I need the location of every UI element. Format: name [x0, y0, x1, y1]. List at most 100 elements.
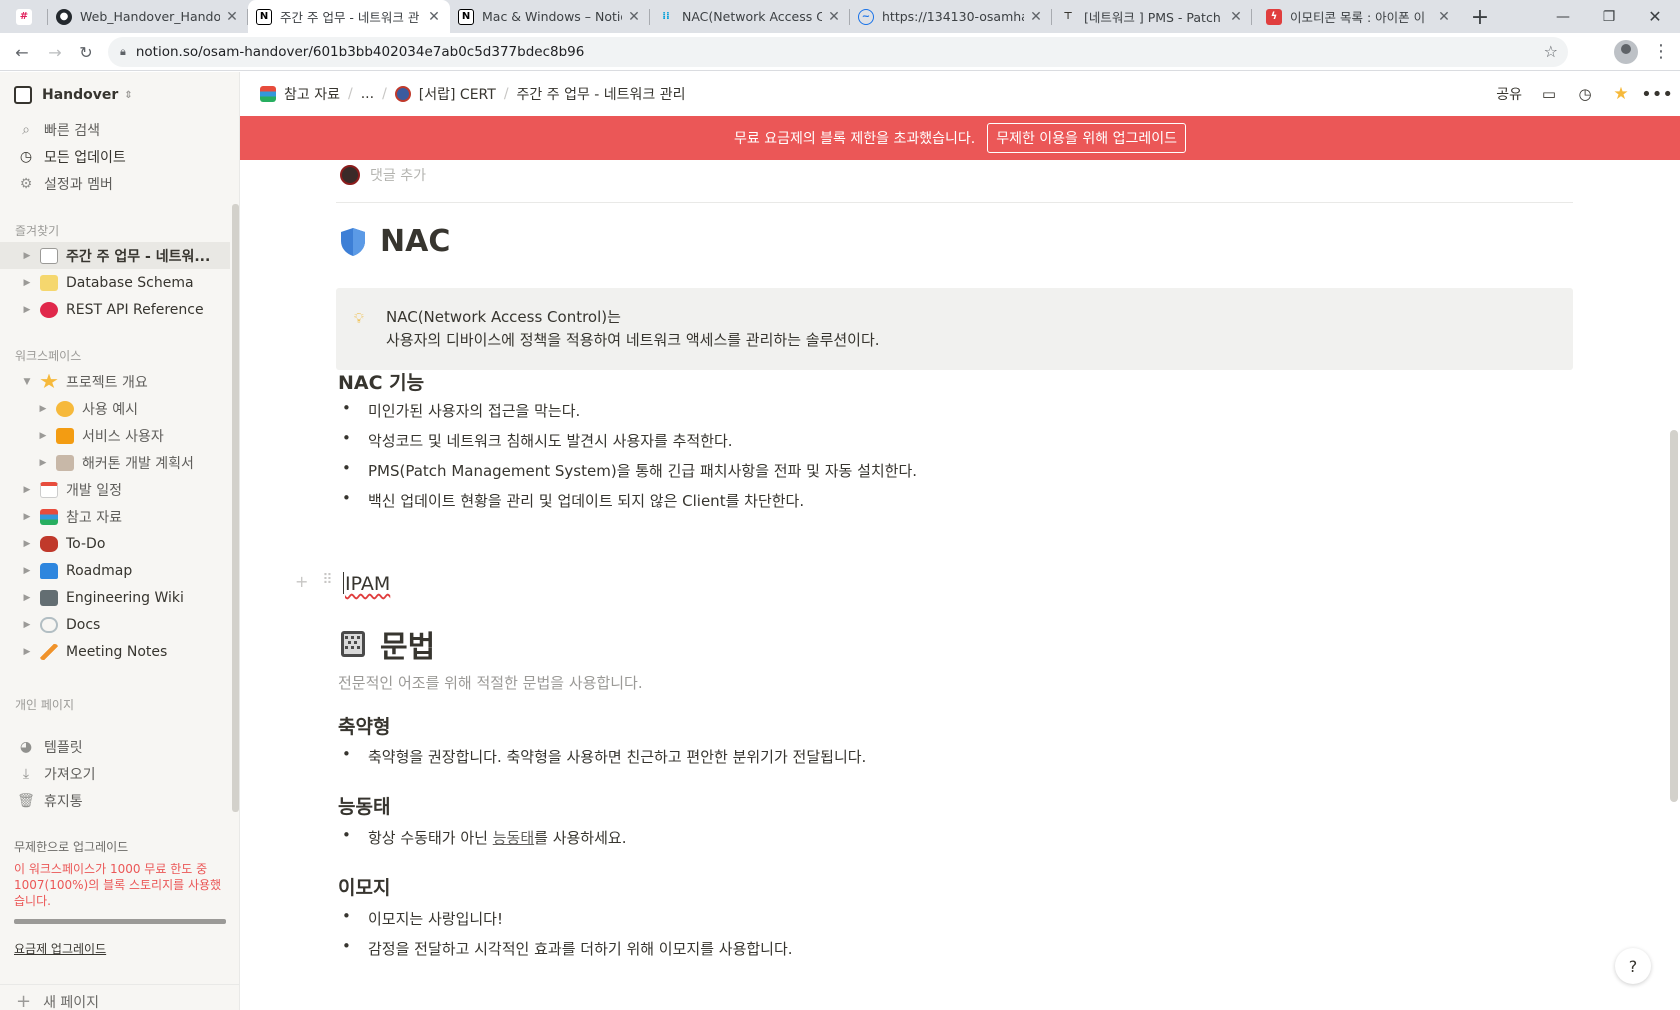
- banner-upgrade-button[interactable]: 무제한 이용을 위해 업그레이드: [987, 123, 1186, 153]
- tab-cisco[interactable]: ⁞⁞ NAC(Network Access Con ✕: [650, 0, 850, 33]
- profile-avatar[interactable]: [1614, 40, 1638, 64]
- bookmark-star-icon[interactable]: ☆: [1544, 42, 1558, 61]
- tab-title: 주간 주 업무 - 네트워크 관: [280, 10, 420, 25]
- tab-gitpod[interactable]: ~ https://134130-osamhack ✕: [850, 0, 1052, 33]
- toggle-triangle-icon[interactable]: ▶: [20, 593, 34, 603]
- list-item[interactable]: PMS(Patch Management System)을 통해 긴급 패치사항…: [342, 459, 917, 481]
- url-field[interactable]: 🔒︎ notion.so/osam-handover/601b3bb402034…: [108, 37, 1568, 67]
- share-button[interactable]: 공유: [1496, 84, 1522, 104]
- sidebar-fav-rest-api[interactable]: ▶ REST API Reference: [0, 296, 230, 323]
- back-button[interactable]: ←: [10, 40, 34, 64]
- more-menu-icon[interactable]: •••: [1641, 84, 1673, 105]
- close-icon[interactable]: ✕: [1436, 9, 1452, 25]
- toggle-triangle-icon[interactable]: ▶: [36, 458, 50, 468]
- sidebar-import[interactable]: ⤓ 가져오기: [0, 760, 230, 787]
- new-tab-button[interactable]: +: [1467, 4, 1493, 30]
- heading-active-voice[interactable]: 능동태: [338, 792, 390, 819]
- toggle-triangle-icon[interactable]: ▶: [20, 566, 34, 576]
- grammar-description[interactable]: 전문적인 어조를 위해 적절한 문법을 사용합니다.: [338, 672, 643, 693]
- workspace-switcher[interactable]: Handover ⇕: [14, 80, 133, 110]
- toggle-triangle-icon[interactable]: ▶: [20, 251, 34, 261]
- sidebar-fav-weekly[interactable]: ▶ 주간 주 업무 - 네트워...: [0, 242, 230, 269]
- tab-slack[interactable]: #: [8, 0, 48, 33]
- forward-button[interactable]: →: [43, 40, 67, 64]
- list-item[interactable]: 축약형을 권장합니다. 축약형을 사용하면 친근하고 편안한 분위기가 전달됩니…: [342, 745, 866, 767]
- breadcrumb-current[interactable]: 주간 주 업무 - 네트워크 관리: [517, 84, 686, 104]
- tab-notion-mac[interactable]: N Mac & Windows – Notio ✕: [450, 0, 650, 33]
- breadcrumb-cert[interactable]: [서랍] CERT: [394, 84, 496, 104]
- breadcrumb-ellipsis[interactable]: ...: [361, 86, 374, 102]
- sidebar-item-hackathon-plan[interactable]: ▶ 해커톤 개발 계획서: [0, 449, 230, 476]
- add-block-plus-icon[interactable]: +: [295, 572, 308, 591]
- close-icon[interactable]: ✕: [626, 9, 642, 25]
- close-window-button[interactable]: ✕: [1632, 0, 1678, 33]
- sidebar-item-service-users[interactable]: ▶ 서비스 사용자: [0, 422, 230, 449]
- upgrade-plan-link[interactable]: 요금제 업그레이드: [14, 940, 224, 957]
- help-button[interactable]: ?: [1615, 948, 1651, 984]
- close-icon[interactable]: ✕: [1028, 9, 1044, 25]
- add-comment[interactable]: 댓글 추가: [340, 164, 426, 186]
- minimize-button[interactable]: —: [1540, 0, 1586, 33]
- callout[interactable]: 💡︎ NAC(Network Access Control)는 사용자의 디바이…: [336, 288, 1573, 370]
- sidebar-quick-search[interactable]: ⌕ 빠른 검색: [0, 116, 230, 143]
- sidebar-item-references[interactable]: ▶ 참고 자료: [0, 503, 230, 530]
- reload-button[interactable]: ↻: [74, 40, 98, 64]
- toggle-triangle-icon[interactable]: ▶: [20, 539, 34, 549]
- heading-grammar[interactable]: 문법: [340, 622, 435, 666]
- close-icon[interactable]: ✕: [826, 9, 842, 25]
- tab-active-notion[interactable]: N 주간 주 업무 - 네트워크 관 ✕: [248, 0, 450, 33]
- list-item[interactable]: 악성코드 및 네트워크 침해시도 발견시 사용자를 추적한다.: [342, 429, 733, 451]
- sidebar-all-updates[interactable]: ◷ 모든 업데이트: [0, 143, 230, 170]
- sidebar-item-usage-examples[interactable]: ▶ 사용 예시: [0, 395, 230, 422]
- editing-block-ipam[interactable]: IPAM: [343, 572, 390, 595]
- tab-pms[interactable]: ⊤ [네트워크 ] PMS - Patch ✕: [1052, 0, 1252, 33]
- browser-menu-icon[interactable]: ⋮: [1652, 40, 1670, 64]
- toggle-triangle-icon[interactable]: ▶: [20, 278, 34, 288]
- sidebar-item-engineering-wiki[interactable]: ▶ Engineering Wiki: [0, 584, 230, 611]
- toggle-triangle-icon[interactable]: ▶: [20, 512, 34, 522]
- drag-handle-icon[interactable]: ⠿: [322, 572, 332, 591]
- sidebar-fav-database-schema[interactable]: ▶ Database Schema: [0, 269, 230, 296]
- active-voice-link[interactable]: 능동태: [493, 829, 534, 847]
- tab-github[interactable]: ● Web_Handover_Handove ✕: [48, 0, 248, 33]
- heading-emoji[interactable]: 이모지: [338, 873, 390, 900]
- history-clock-icon[interactable]: ◷: [1576, 85, 1594, 103]
- toggle-triangle-icon[interactable]: ▶: [20, 485, 34, 495]
- content-scrollbar[interactable]: [1670, 430, 1678, 802]
- heading-nac-features[interactable]: NAC 기능: [338, 368, 424, 395]
- toggle-triangle-icon[interactable]: ▶: [20, 620, 34, 630]
- toggle-triangle-icon[interactable]: ▶: [20, 305, 34, 315]
- breadcrumb-references[interactable]: 참고 자료: [260, 84, 340, 104]
- favorite-star-icon[interactable]: ★: [1612, 84, 1630, 104]
- sidebar-scrollbar[interactable]: [232, 204, 239, 812]
- sidebar-settings[interactable]: ⚙ 설정과 멤버: [0, 170, 230, 197]
- sidebar-trash[interactable]: 🗑︎ 휴지통: [0, 787, 230, 814]
- sidebar-item-dev-schedule[interactable]: ▶ 개발 일정: [0, 476, 230, 503]
- sidebar-templates[interactable]: ◕ 템플릿: [0, 733, 230, 760]
- close-icon[interactable]: ✕: [224, 9, 240, 25]
- maximize-button[interactable]: ❐: [1586, 0, 1632, 33]
- list-item[interactable]: 백신 업데이트 현황을 관리 및 업데이트 되지 않은 Client를 차단한다…: [342, 489, 804, 511]
- toggle-triangle-icon[interactable]: ▶: [20, 647, 34, 657]
- list-item[interactable]: 이모지는 사랑입니다!: [342, 907, 503, 929]
- list-item[interactable]: 감정을 전달하고 시각적인 효과를 더하기 위해 이모지를 사용합니다.: [342, 937, 793, 959]
- address-bar: ← → ↻ 🔒︎ notion.so/osam-handover/601b3bb…: [0, 33, 1680, 71]
- sidebar-item-roadmap[interactable]: ▶ Roadmap: [0, 557, 230, 584]
- comment-icon[interactable]: ▭: [1540, 85, 1558, 103]
- sidebar-item-todo[interactable]: ▶ To-Do: [0, 530, 230, 557]
- new-page-button[interactable]: + 새 페이지: [0, 984, 240, 1010]
- block-handle[interactable]: + ⠿: [295, 572, 333, 591]
- sidebar-item-meeting-notes[interactable]: ▶ Meeting Notes: [0, 638, 230, 665]
- list-item[interactable]: 미인가된 사용자의 접근을 막는다.: [342, 399, 580, 421]
- toggle-triangle-icon[interactable]: ▶: [36, 431, 50, 441]
- heading-contractions[interactable]: 축약형: [338, 712, 390, 739]
- heading-nac[interactable]: NAC: [340, 224, 450, 259]
- close-icon[interactable]: ✕: [1228, 9, 1244, 25]
- toggle-triangle-icon[interactable]: ▼: [20, 377, 34, 387]
- sidebar-item-docs[interactable]: ▶ Docs: [0, 611, 230, 638]
- close-icon[interactable]: ✕: [426, 9, 442, 25]
- tab-emoji[interactable]: ϟ 이모티콘 목록 : 아이폰 이 ✕: [1258, 0, 1460, 33]
- sidebar-item-project-overview[interactable]: ▼ 프로젝트 개요: [0, 368, 230, 395]
- toggle-triangle-icon[interactable]: ▶: [36, 404, 50, 414]
- list-item[interactable]: 항상 수동태가 아닌 능동태를 사용하세요.: [342, 826, 626, 848]
